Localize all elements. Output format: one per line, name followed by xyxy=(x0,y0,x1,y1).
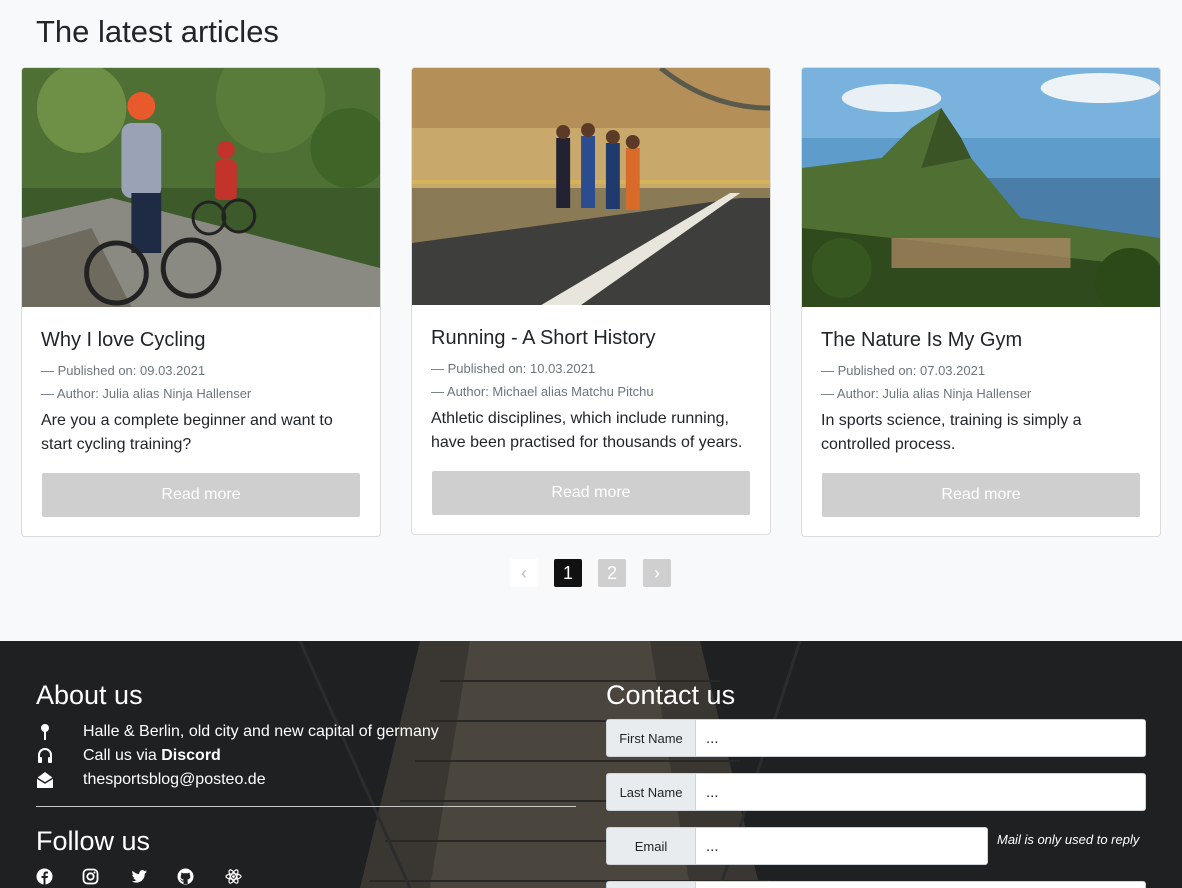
next-field-label xyxy=(606,881,696,888)
first-name-field: First Name ... xyxy=(606,719,1146,757)
article-author: — Author: Michael alias Matchu Pitchu xyxy=(431,384,654,399)
article-description: Are you a complete beginner and want to … xyxy=(41,412,333,453)
article-description: Athletic disciplines, which include runn… xyxy=(431,410,743,451)
location-text: Halle & Berlin, old city and new capital… xyxy=(83,723,439,740)
about-us-title: About us xyxy=(36,680,143,710)
footer-divider xyxy=(36,806,576,807)
twitter-icon[interactable] xyxy=(131,868,148,885)
email-label: Email xyxy=(606,827,696,865)
email-input[interactable]: ... xyxy=(696,827,988,865)
facebook-icon[interactable] xyxy=(36,868,53,885)
email-field: Email ... xyxy=(606,827,988,865)
contact-us-title: Contact us xyxy=(606,680,736,710)
react-icon[interactable] xyxy=(225,868,242,885)
follow-us-title: Follow us xyxy=(36,826,151,856)
pagination-page-1[interactable]: 1 xyxy=(554,559,582,587)
article-title[interactable]: Why I love Cycling xyxy=(41,329,206,352)
github-icon[interactable] xyxy=(177,868,194,885)
call-us-text: Call us via Discord xyxy=(83,747,221,765)
article-image-nature[interactable] xyxy=(802,68,1160,307)
read-more-button[interactable]: Read more xyxy=(432,471,750,515)
article-image-cycling[interactable] xyxy=(22,68,380,307)
footer: About us Halle & Berlin, old city and ne… xyxy=(0,641,1182,888)
article-card: Running - A Short History — Published on… xyxy=(411,67,771,535)
article-image-running[interactable] xyxy=(412,68,770,305)
call-us-prefix: Call us via xyxy=(83,747,162,764)
article-published: — Published on: 09.03.2021 xyxy=(41,363,206,378)
article-author: — Author: Julia alias Ninja Hallenser xyxy=(821,386,1032,401)
first-name-input[interactable]: ... xyxy=(696,719,1146,757)
article-description: In sports science, training is simply a … xyxy=(821,412,1082,453)
article-published: — Published on: 07.03.2021 xyxy=(821,363,986,378)
article-card: Why I love Cycling — Published on: 09.03… xyxy=(21,67,381,537)
last-name-field: Last Name ... xyxy=(606,773,1146,811)
headset-icon xyxy=(36,747,54,765)
article-title[interactable]: Running - A Short History xyxy=(431,327,656,350)
email-link[interactable]: thesportsblog@posteo.de xyxy=(83,771,266,789)
pagination-prev-button[interactable]: ‹ xyxy=(510,559,538,587)
section-title: The latest articles xyxy=(36,14,279,49)
read-more-button[interactable]: Read more xyxy=(42,473,360,517)
article-author: — Author: Julia alias Ninja Hallenser xyxy=(41,386,252,401)
instagram-icon[interactable] xyxy=(82,868,99,885)
next-field-input[interactable] xyxy=(696,881,1146,888)
last-name-input[interactable]: ... xyxy=(696,773,1146,811)
article-published: — Published on: 10.03.2021 xyxy=(431,361,596,376)
discord-link[interactable]: Discord xyxy=(161,747,221,764)
email-note: Mail is only used to reply xyxy=(997,832,1140,847)
pagination-next-button[interactable]: › xyxy=(643,559,671,587)
first-name-label: First Name xyxy=(606,719,696,757)
read-more-button[interactable]: Read more xyxy=(822,473,1140,517)
envelope-open-icon xyxy=(36,771,54,789)
article-card: The Nature Is My Gym — Published on: 07.… xyxy=(801,67,1161,537)
location-pin-icon xyxy=(36,723,54,741)
pagination-page-2[interactable]: 2 xyxy=(598,559,626,587)
next-field-partial xyxy=(606,881,1146,888)
article-title[interactable]: The Nature Is My Gym xyxy=(821,329,1022,352)
last-name-label: Last Name xyxy=(606,773,696,811)
